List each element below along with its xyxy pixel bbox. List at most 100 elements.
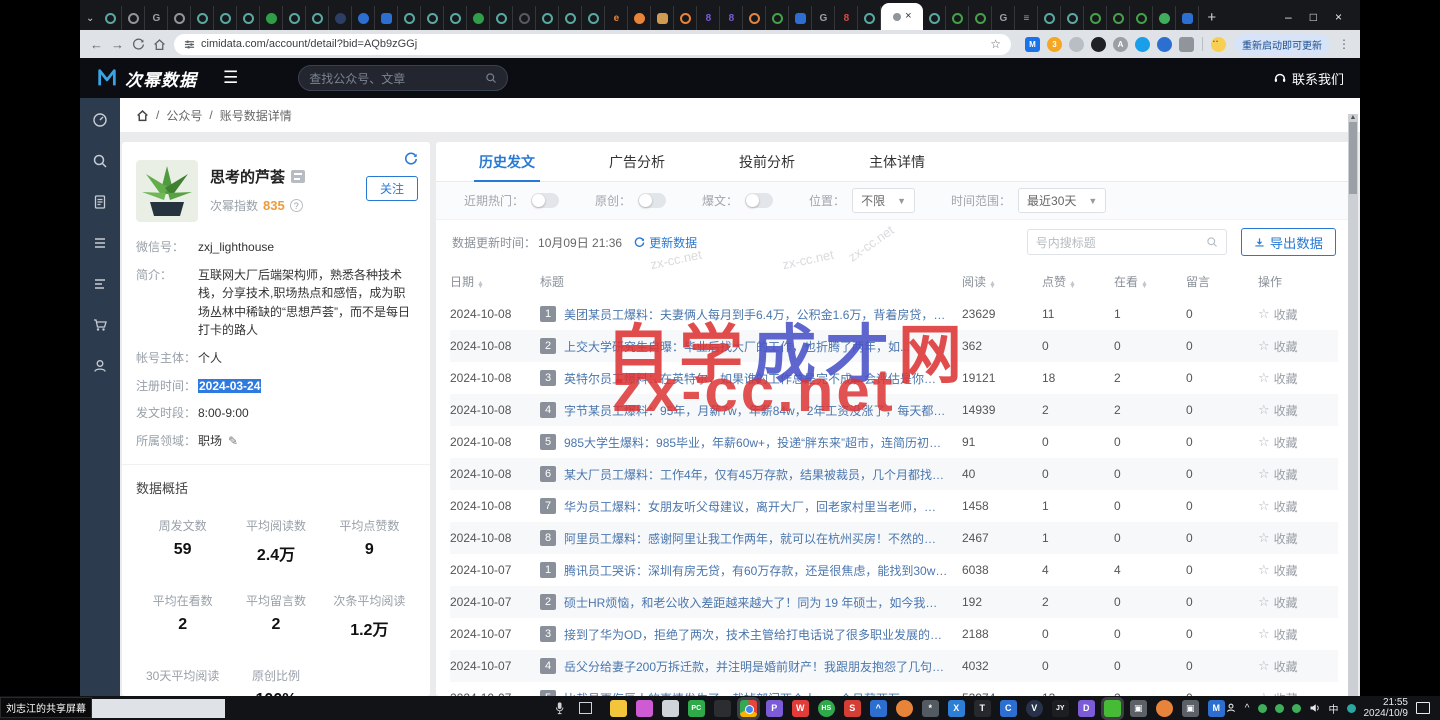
global-search-input[interactable]: 查找公众号、文章 [298,65,508,91]
favorite-button[interactable]: ☆收藏 [1258,434,1338,451]
favorite-button[interactable]: ☆收藏 [1258,338,1338,355]
extension-icon[interactable] [1069,37,1084,52]
toggle-switch[interactable] [638,193,666,208]
tab-主体详情[interactable]: 主体详情 [832,142,962,181]
cart-icon[interactable] [92,317,108,333]
profile-avatar[interactable] [1211,37,1226,52]
browser-tab[interactable] [260,6,283,30]
article-title-link[interactable]: 字节某员工爆料：95年，月薪7w，年薪84w，2年工资没涨了，每天都感觉好... [564,402,948,419]
browser-tab[interactable] [237,6,260,30]
extension-icon[interactable]: A [1113,37,1128,52]
browser-tab[interactable] [421,6,444,30]
extension-icon[interactable] [1157,37,1172,52]
refresh-data-link[interactable]: 更新数据 [634,234,697,251]
article-title-link[interactable]: 腾讯员工哭诉：深圳有房无贷，有60万存款，还是很焦虑，能找到30w的安稳... [564,562,948,579]
tab-close-icon[interactable]: × [905,11,911,22]
taskbar-app-icon[interactable]: HS [818,700,835,717]
article-title-link[interactable]: 华为员工爆料：女朋友听父母建议，离开大厂，回老家村里当老师，月薪1500... [564,498,948,515]
browser-tab[interactable]: e [605,6,628,30]
browser-tab[interactable] [1107,6,1130,30]
article-title-link[interactable]: 岳父分给妻子200万拆迁款，并注明是婚前财产！我跟朋友抱怨了几句，结果... [564,658,948,675]
article-title-link[interactable]: 硕士HR烦恼，和老公收入差距越来越大了！同为 19 年硕士，如今我税前 20 .… [564,594,948,611]
browser-tab[interactable] [674,6,697,30]
favorite-button[interactable]: ☆收藏 [1258,498,1338,515]
taskbar-app-icon[interactable]: X [948,700,965,717]
page-scrollbar[interactable]: ▲ [1348,114,1358,696]
browser-menu-icon[interactable]: ⋮ [1338,37,1350,51]
browser-tab[interactable] [490,6,513,30]
column-header[interactable]: 在看▲▼ [1114,273,1186,290]
taskbar-app-icon[interactable]: ^ [870,700,887,717]
browser-tab[interactable] [1061,6,1084,30]
microphone-icon[interactable] [555,701,564,715]
browser-tab[interactable] [1038,6,1061,30]
tray-app-icon[interactable] [1258,704,1267,713]
browser-tab[interactable] [946,6,969,30]
browser-tab[interactable] [858,6,881,30]
taskbar-app-icon[interactable]: ▣ [1130,700,1147,717]
column-header[interactable]: 日期▲▼ [450,273,540,290]
browser-tab[interactable] [329,6,352,30]
breadcrumb-item-gongzhonghao[interactable]: 公众号 [166,107,202,124]
contact-us-button[interactable]: 联系我们 [1273,69,1344,88]
favorite-button[interactable]: ☆收藏 [1258,562,1338,579]
browser-tab[interactable] [1153,6,1176,30]
tab-历史发文[interactable]: 历史发文 [442,142,572,181]
favorite-button[interactable]: ☆收藏 [1258,658,1338,675]
user-icon[interactable] [92,358,108,374]
volume-icon[interactable] [1309,702,1321,714]
column-header[interactable]: 点赞▲▼ [1042,273,1114,290]
browser-tab[interactable] [582,6,605,30]
article-title-link[interactable]: 上交大学研究生自曝：毕业后找大厂的工作，也折腾了两年，如... [564,338,910,355]
favorite-button[interactable]: ☆收藏 [1258,466,1338,483]
browser-tab[interactable] [923,6,946,30]
people-icon[interactable] [1225,702,1237,714]
taskbar-app-icon[interactable] [662,700,679,717]
article-title-link[interactable]: 英特尔员工爆料：在英特尔，如果谁的工作总是完不成，会评估是你工作量太... [564,370,948,387]
column-header[interactable]: 阅读▲▼ [962,273,1042,290]
new-tab-button[interactable]: + [1199,9,1224,30]
favorite-button[interactable]: ☆收藏 [1258,402,1338,419]
filter-select[interactable]: 不限▼ [852,188,915,213]
extension-icon[interactable]: 3 [1047,37,1062,52]
taskbar-app-icon[interactable]: P [766,700,783,717]
browser-tab[interactable] [628,6,651,30]
search-nav-icon[interactable] [92,153,108,169]
toggle-switch[interactable] [531,193,559,208]
article-title-link[interactable]: 985大学生爆料：985毕业，年薪60w+，投递“胖东来”超市，连简历初筛都没.… [564,434,948,451]
article-title-link[interactable]: 美团某员工爆料：夫妻俩人每月到手6.4万，公积金1.6万，背着房贷，工作累... [564,306,948,323]
help-icon[interactable]: ? [290,199,303,212]
forward-icon[interactable]: → [111,37,124,52]
article-title-link[interactable]: 接到了华为OD，拒绝了两次，技术主管给打电话说了很多职业发展的事情，... [564,626,948,643]
browser-tab[interactable] [467,6,490,30]
taskbar-app-icon[interactable]: ▣ [1182,700,1199,717]
favorite-button[interactable]: ☆收藏 [1258,594,1338,611]
browser-tab[interactable]: × [881,3,923,30]
back-icon[interactable]: ← [90,37,103,52]
tray-expand-icon[interactable]: ^ [1245,703,1250,714]
tab-广告分析[interactable]: 广告分析 [572,142,702,181]
filter-select[interactable]: 最近30天▼ [1018,188,1106,213]
extension-icon[interactable] [1179,37,1194,52]
reload-icon[interactable] [132,38,145,51]
taskbar-app-icon[interactable] [896,700,913,717]
taskbar-app-icon[interactable]: D [1078,700,1095,717]
browser-tab[interactable] [122,6,145,30]
browser-tab[interactable] [375,6,398,30]
export-data-button[interactable]: 导出数据 [1241,228,1336,256]
browser-tab[interactable]: G [812,6,835,30]
minimize-button[interactable]: – [1285,10,1292,24]
browser-tab[interactable] [214,6,237,30]
toggle-switch[interactable] [745,193,773,208]
maximize-button[interactable]: □ [1310,10,1317,24]
tab-search-chevron-icon[interactable]: ⌄ [84,13,99,30]
favorite-button[interactable]: ☆收藏 [1258,370,1338,387]
taskbar-clock[interactable]: 21:55 2024/10/9 [1364,697,1409,720]
favorite-button[interactable]: ☆收藏 [1258,306,1338,323]
browser-tab[interactable] [168,6,191,30]
taskbar-app-icon[interactable]: S [844,700,861,717]
tray-app-icon[interactable] [1292,704,1301,713]
browser-tab[interactable]: G [145,6,168,30]
taskbar-app-icon[interactable] [714,700,731,717]
site-settings-icon[interactable] [184,39,195,50]
